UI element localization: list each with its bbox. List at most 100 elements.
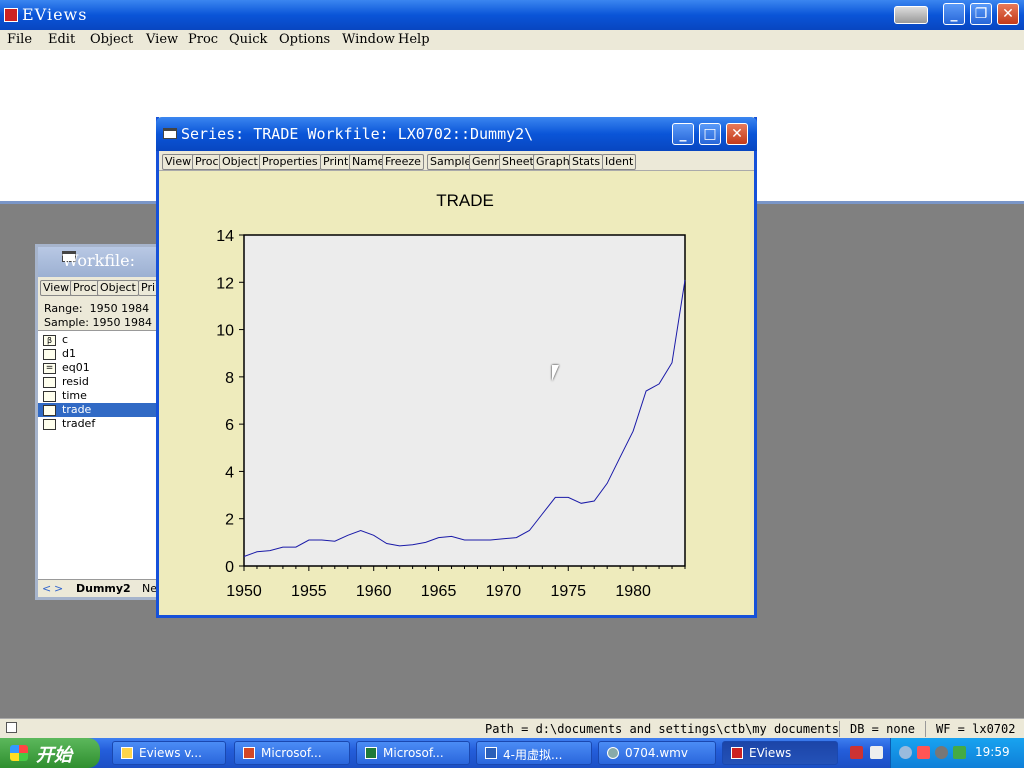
series-icon <box>43 377 56 388</box>
menu-object[interactable]: Object <box>90 32 133 47</box>
menu-window[interactable]: Window <box>342 32 395 47</box>
x-tick-label: 1955 <box>291 583 327 600</box>
tab-dummy2[interactable]: Dummy2 <box>76 582 131 595</box>
sheet-button[interactable]: Sheet <box>499 154 537 170</box>
status-checkbox[interactable] <box>6 722 17 733</box>
series-titlebar[interactable]: Series: TRADE Workfile: LX0702::Dummy2\ … <box>156 117 757 151</box>
chart-title: TRADE <box>436 191 494 210</box>
series-maximize-button[interactable]: □ <box>699 123 721 145</box>
menu-proc[interactable]: Proc <box>188 32 218 47</box>
word-icon <box>485 747 497 759</box>
tab-scroll-right-icon[interactable]: > <box>54 582 63 595</box>
stats-button[interactable]: Stats <box>569 154 604 170</box>
folder-icon <box>121 747 133 759</box>
app-restore-button[interactable]: ❐ <box>970 3 992 25</box>
window-logo-icon <box>894 6 928 24</box>
y-tick-label: 8 <box>225 370 234 387</box>
menu-bar: File Edit Object View Proc Quick Options… <box>0 30 1024 50</box>
series-icon <box>43 419 56 430</box>
windows-logo-icon <box>10 745 28 761</box>
series-minimize-button[interactable]: _ <box>672 123 694 145</box>
x-tick-label: 1975 <box>550 583 586 600</box>
list-item[interactable]: βc <box>38 333 157 347</box>
list-item[interactable]: d1 <box>38 347 157 361</box>
tray-app-icon[interactable] <box>850 746 863 759</box>
x-tick-label: 1965 <box>421 583 457 600</box>
object-button[interactable]: Object <box>219 154 261 170</box>
task-media[interactable]: 0704.wmv <box>598 741 716 765</box>
range-value: 1950 1984 <box>89 302 150 315</box>
menu-quick[interactable]: Quick <box>229 32 267 47</box>
taskbar-clock: 19:59 <box>975 745 1010 759</box>
x-tick-label: 1970 <box>486 583 522 600</box>
security-shield-icon[interactable] <box>953 746 966 759</box>
sample-button[interactable]: Sample <box>427 154 475 170</box>
start-label: 开始 <box>36 745 72 766</box>
list-item[interactable]: = eq01 <box>38 361 157 375</box>
app-close-button[interactable]: ✕ <box>997 3 1019 25</box>
wf-proc-button[interactable]: Proc <box>70 280 100 296</box>
task-word[interactable]: 4-用虚拟... <box>476 741 592 765</box>
x-tick-label: 1960 <box>356 583 392 600</box>
wf-print-button[interactable]: Pri <box>138 280 157 296</box>
start-button[interactable]: 开始 <box>0 738 100 768</box>
properties-button[interactable]: Properties <box>259 154 321 170</box>
media-icon <box>607 747 619 759</box>
taskbar: 开始 Eviews v... Microsof... Microsof... 4… <box>0 738 1024 768</box>
list-item[interactable]: resid <box>38 375 157 389</box>
wf-view-button[interactable]: View <box>40 280 73 296</box>
sound-icon[interactable] <box>935 746 948 759</box>
y-tick-label: 10 <box>216 323 234 340</box>
y-tick-label: 2 <box>225 512 234 529</box>
menu-help[interactable]: Help <box>398 32 430 47</box>
list-item[interactable]: time <box>38 389 157 403</box>
y-tick-label: 4 <box>225 464 234 481</box>
help-icon[interactable] <box>870 746 883 759</box>
ident-button[interactable]: Ident <box>602 154 637 170</box>
workfile-title: Workfile: <box>62 251 135 270</box>
y-tick-label: 14 <box>216 228 234 245</box>
sample-value: 1950 1984 <box>92 316 152 329</box>
workfile-window[interactable]: Workfile: View Proc Object Pri Range: 19… <box>35 244 160 600</box>
wf-object-button[interactable]: Object <box>97 280 139 296</box>
series-title: Series: TRADE Workfile: LX0702::Dummy2\ <box>181 125 534 143</box>
tab-scroll-left-icon[interactable]: < <box>42 582 51 595</box>
series-icon <box>43 391 56 402</box>
status-db: DB = none <box>850 722 916 736</box>
network-icon[interactable] <box>917 746 930 759</box>
menu-file[interactable]: File <box>7 32 32 47</box>
trade-line-chart: TRADE 0 2 4 6 8 10 12 14 1950 1955 1960 1965 1970 197… <box>216 191 686 600</box>
window-icon <box>163 128 177 139</box>
workfile-range-panel: Range: 1950 1984 Sample: 1950 1984 <box>38 299 157 331</box>
menu-view[interactable]: View <box>146 32 178 47</box>
series-window[interactable]: Series: TRADE Workfile: LX0702::Dummy2\ … <box>156 117 757 618</box>
task-powerpoint[interactable]: Microsof... <box>234 741 350 765</box>
menu-edit[interactable]: Edit <box>48 32 75 47</box>
list-item-selected[interactable]: trade <box>38 403 157 417</box>
series-icon <box>43 349 56 360</box>
proc-button[interactable]: Proc <box>192 154 222 170</box>
task-excel[interactable]: Microsof... <box>356 741 470 765</box>
genr-button[interactable]: Genr <box>469 154 502 170</box>
y-tick-label: 12 <box>216 275 234 292</box>
list-item[interactable]: tradef <box>38 417 157 431</box>
menu-options[interactable]: Options <box>279 32 330 47</box>
mouse-cursor-icon <box>552 365 564 381</box>
range-label: Range: <box>44 302 83 315</box>
x-tick-label: 1950 <box>226 583 262 600</box>
series-close-button[interactable]: ✕ <box>726 123 748 145</box>
task-explorer[interactable]: Eviews v... <box>112 741 226 765</box>
app-title: EViews <box>22 5 88 24</box>
workfile-titlebar[interactable]: Workfile: <box>38 247 157 277</box>
series-toolbar: View Proc Object Properties Print Name F… <box>159 151 754 171</box>
graph-button[interactable]: Graph <box>533 154 573 170</box>
series-icon <box>43 405 56 416</box>
excel-icon <box>365 747 377 759</box>
view-button[interactable]: View <box>162 154 195 170</box>
tray-expand-icon[interactable] <box>899 746 912 759</box>
freeze-button[interactable]: Freeze <box>382 154 424 170</box>
tab-new[interactable]: Ne <box>142 582 157 595</box>
print-button[interactable]: Print <box>320 154 352 170</box>
app-minimize-button[interactable]: _ <box>943 3 965 25</box>
task-eviews[interactable]: EViews <box>722 741 838 765</box>
